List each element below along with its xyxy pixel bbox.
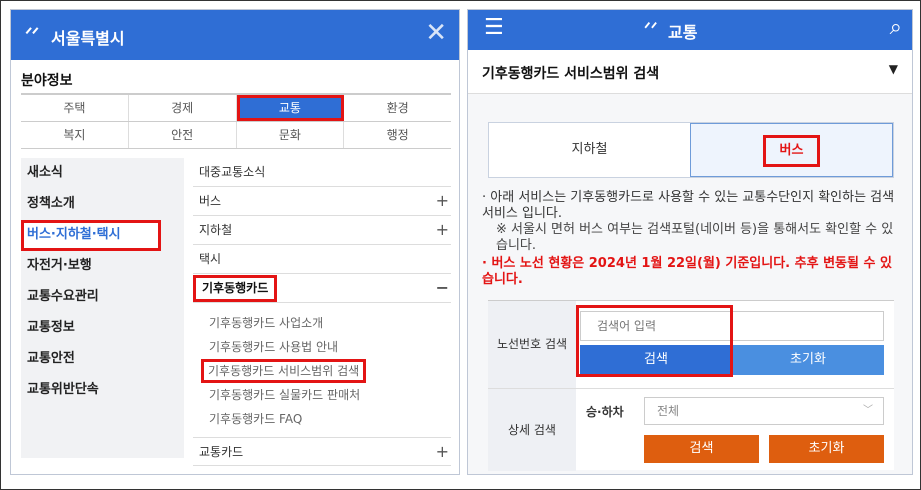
category-housing[interactable]: 주택 bbox=[21, 95, 129, 121]
mode-tabs: 지하철 버스 bbox=[488, 122, 894, 178]
caret-down-icon[interactable]: ▼ bbox=[889, 62, 898, 76]
left-header: ᐟᐟ 서울특별시 ✕ bbox=[11, 10, 459, 60]
menu2-taxi[interactable]: 택시 bbox=[193, 245, 451, 274]
menu2-label: 택시 bbox=[199, 252, 222, 266]
menu-bus-subway-taxi[interactable]: 버스·지하철·택시 bbox=[21, 220, 161, 251]
detail-reset-button[interactable]: 초기화 bbox=[769, 435, 884, 463]
menu2-label: 교통카드 bbox=[199, 445, 244, 459]
chevron-down-icon: ﹀ bbox=[863, 405, 873, 416]
sub-title-bar[interactable]: 기후동행카드 서비스범위 검색 ▼ bbox=[468, 50, 912, 94]
category-culture[interactable]: 문화 bbox=[237, 122, 345, 148]
menu2-subway[interactable]: 지하철 + bbox=[193, 216, 451, 245]
ride-select[interactable]: 전체 ﹀ bbox=[644, 397, 884, 425]
notice-subtext: ※ 서울시 면허 버스 여부는 검색포털(네이버 등)을 통해서도 확인할 수 … bbox=[496, 222, 894, 253]
tab-bus[interactable]: 버스 bbox=[690, 123, 893, 177]
menu2-bus[interactable]: 버스 + bbox=[193, 187, 451, 216]
minus-icon[interactable]: − bbox=[436, 274, 449, 302]
search-form: 노선번호 검색 검색 초기화 상세 검색 승·하차 전체 ﹀ 검색 초기화 bbox=[488, 300, 894, 471]
highlight-box bbox=[576, 305, 733, 377]
menu2-label: 기후동행카드 bbox=[193, 275, 278, 302]
page-title: 교통 bbox=[668, 23, 698, 42]
menu2-transport-card[interactable]: 교통카드 + bbox=[193, 437, 451, 466]
primary-menu: 새소식 정책소개 버스·지하철·택시 자전거·보행 교통수요관리 교통정보 교통… bbox=[21, 158, 184, 458]
menu2-label: 지하철 bbox=[199, 223, 233, 237]
plus-icon[interactable]: + bbox=[436, 438, 449, 466]
plus-icon[interactable]: + bbox=[436, 187, 449, 215]
submenu-faq[interactable]: 기후동행카드 FAQ bbox=[193, 407, 451, 431]
right-panel: ☰ ᐟᐟ 교통 ⌕ 기후동행카드 서비스범위 검색 ▼ 지하철 버스 · 아래 … bbox=[467, 9, 913, 475]
seoul-logo-icon[interactable]: ᐟᐟ bbox=[25, 24, 39, 45]
ride-label: 승·하차 bbox=[586, 405, 624, 419]
right-header: ☰ ᐟᐟ 교통 ⌕ bbox=[468, 10, 912, 50]
menu-policy[interactable]: 정책소개 bbox=[21, 189, 184, 220]
climate-card-submenu: 기후동행카드 사업소개 기후동행카드 사용법 안내 기후동행카드 서비스범위 검… bbox=[193, 303, 451, 431]
submenu-usage[interactable]: 기후동행카드 사용법 안내 bbox=[193, 335, 451, 359]
menu-violation-enforcement[interactable]: 교통위반단속 bbox=[21, 375, 184, 406]
menu-demand-management[interactable]: 교통수요관리 bbox=[21, 282, 184, 313]
detail-label: 상세 검색 bbox=[488, 389, 576, 471]
menu-news[interactable]: 새소식 bbox=[21, 158, 184, 189]
screenshot-frame: ᐟᐟ 서울특별시 ✕ 분야정보 주택 경제 교통 환경 복지 안전 문화 행정 … bbox=[0, 0, 921, 490]
detail-buttons: 검색 초기화 bbox=[644, 435, 884, 463]
route-label: 노선번호 검색 bbox=[488, 301, 576, 388]
notice-warning: · 버스 노선 현황은 2024년 1월 22일(월) 기준입니다. 추후 변동… bbox=[482, 256, 892, 287]
reset-button[interactable]: 초기화 bbox=[732, 345, 884, 375]
notice-block: · 아래 서비스는 기후동행카드로 사용할 수 있는 교통수단인지 확인하는 검… bbox=[482, 190, 902, 288]
menu2-label: 대중교통소식 bbox=[199, 165, 266, 179]
submenu-service-search[interactable]: 기후동행카드 서비스범위 검색 bbox=[193, 359, 451, 383]
category-administration[interactable]: 행정 bbox=[344, 122, 451, 148]
submenu-vendors[interactable]: 기후동행카드 실물카드 판매처 bbox=[193, 383, 451, 407]
menu-traffic-safety[interactable]: 교통안전 bbox=[21, 344, 184, 375]
notice-text: · 아래 서비스는 기후동행카드로 사용할 수 있는 교통수단인지 확인하는 검… bbox=[482, 190, 895, 221]
hamburger-icon[interactable]: ☰ bbox=[484, 16, 504, 40]
route-search-row: 노선번호 검색 검색 초기화 bbox=[488, 301, 894, 389]
category-grid: 주택 경제 교통 환경 복지 안전 문화 행정 bbox=[21, 94, 451, 149]
left-panel: ᐟᐟ 서울특별시 ✕ 분야정보 주택 경제 교통 환경 복지 안전 문화 행정 … bbox=[10, 9, 460, 475]
left-menu-body: 새소식 정책소개 버스·지하철·택시 자전거·보행 교통수요관리 교통정보 교통… bbox=[21, 158, 451, 474]
select-value: 전체 bbox=[657, 404, 680, 418]
submenu-label: 기후동행카드 서비스범위 검색 bbox=[201, 359, 367, 383]
tab-subway[interactable]: 지하철 bbox=[489, 123, 690, 177]
menu2-label: 버스 bbox=[199, 194, 222, 208]
submenu-intro[interactable]: 기후동행카드 사업소개 bbox=[193, 311, 451, 335]
category-environment[interactable]: 환경 bbox=[344, 95, 451, 121]
menu-traffic-info[interactable]: 교통정보 bbox=[21, 313, 184, 344]
menu2-transit-news[interactable]: 대중교통소식 bbox=[193, 158, 451, 187]
menu-bicycle-walk[interactable]: 자전거·보행 bbox=[21, 251, 184, 282]
search-icon[interactable]: ⌕ bbox=[890, 15, 902, 41]
category-transport[interactable]: 교통 bbox=[236, 95, 345, 121]
tab-label: 버스 bbox=[762, 135, 821, 167]
section-title: 분야정보 bbox=[21, 70, 451, 94]
menu2-climate-card[interactable]: 기후동행카드 − bbox=[193, 274, 451, 303]
category-economy[interactable]: 경제 bbox=[129, 95, 237, 121]
secondary-menu: 대중교통소식 버스 + 지하철 + 택시 기후동행카드 − 기후동행카드 사업소… bbox=[193, 158, 451, 466]
category-welfare[interactable]: 복지 bbox=[21, 122, 129, 148]
category-safety[interactable]: 안전 bbox=[129, 122, 237, 148]
close-icon[interactable]: ✕ bbox=[425, 20, 447, 46]
detail-search-button[interactable]: 검색 bbox=[644, 435, 759, 463]
category-row: 주택 경제 교통 환경 bbox=[21, 95, 451, 122]
sub-title: 기후동행카드 서비스범위 검색 bbox=[482, 66, 660, 82]
detail-search-row: 상세 검색 승·하차 전체 ﹀ 검색 초기화 bbox=[488, 389, 894, 471]
category-row: 복지 안전 문화 행정 bbox=[21, 122, 451, 149]
seoul-logo-icon[interactable]: ᐟᐟ bbox=[644, 19, 658, 38]
plus-icon[interactable]: + bbox=[436, 216, 449, 244]
site-title[interactable]: 서울특별시 bbox=[51, 25, 125, 49]
